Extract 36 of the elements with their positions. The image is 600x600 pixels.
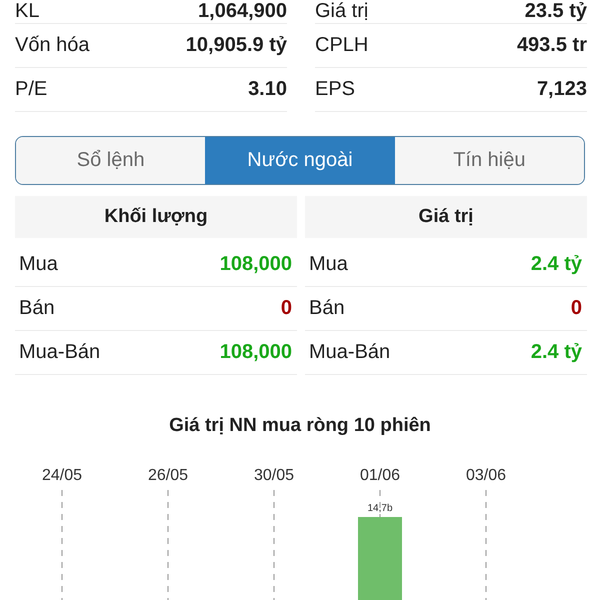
chart-title: Giá trị NN mua ròng 10 phiên <box>169 415 431 437</box>
trade-value: 2.4 tỷ <box>530 341 582 364</box>
stat-value: 23.5 tỷ <box>524 0 587 23</box>
column-header: Giá trị <box>305 196 587 238</box>
trade-value: 0 <box>570 297 582 320</box>
trade-value: 2.4 tỷ <box>530 253 582 276</box>
stat-value: 1,064,900 <box>198 0 287 23</box>
stat-value: 3.10 <box>248 78 287 101</box>
stat-label: KL <box>15 0 40 23</box>
trade-label: Mua <box>309 253 348 276</box>
stat-label: P/E <box>15 78 48 101</box>
trade-label: Mua <box>19 253 58 276</box>
axis-label: 26/05 <box>148 467 188 484</box>
axis-label: 01/06 <box>360 467 400 484</box>
trade-label: Mua-Bán <box>309 341 390 364</box>
column-header: Khối lượng <box>15 196 297 238</box>
axis-label: 03/06 <box>466 467 506 484</box>
trade-label: Mua-Bán <box>19 341 100 364</box>
axis-label: 24/05 <box>42 467 82 484</box>
bar-value-label: 14,7b <box>367 503 393 514</box>
stat-label: Vốn hóa <box>15 34 90 57</box>
stat-label: CPLH <box>315 34 368 57</box>
stat-value: 10,905.9 tỷ <box>186 34 287 57</box>
stat-label: Giá trị <box>315 0 368 23</box>
trade-label: Bán <box>19 297 55 320</box>
trade-value: 0 <box>280 297 292 320</box>
trade-label: Bán <box>309 297 345 320</box>
stat-value: 493.5 tr <box>516 34 587 57</box>
stat-value: 7,123 <box>536 78 587 101</box>
trade-value: 108,000 <box>220 253 292 276</box>
stat-label: EPS <box>315 78 356 101</box>
axis-label: 30/05 <box>254 467 294 484</box>
tab[interactable]: Tín hiệu <box>394 137 584 184</box>
trade-value: 108,000 <box>220 341 292 364</box>
tab[interactable]: Nước ngoài <box>205 137 395 184</box>
tab[interactable]: Sổ lệnh <box>16 137 206 184</box>
